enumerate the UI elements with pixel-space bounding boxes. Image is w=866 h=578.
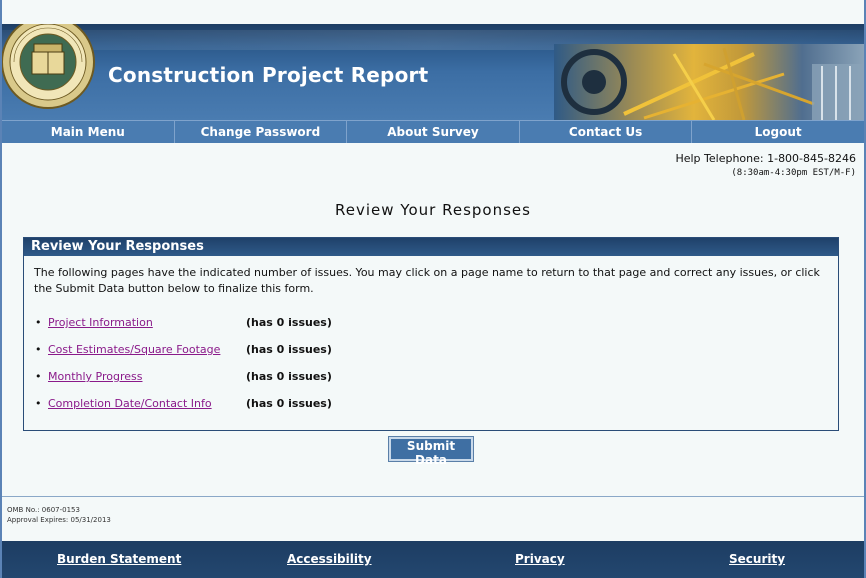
footer-privacy[interactable]: Privacy (515, 552, 565, 566)
header-banner: Construction Project Report (2, 24, 864, 120)
help-hours: (8:30am-4:30pm EST/M-F) (731, 168, 856, 178)
panel-intro-text: The following pages have the indicated n… (34, 266, 820, 295)
footer-divider (2, 496, 864, 497)
app-title: Construction Project Report (108, 63, 429, 87)
link-completion-date[interactable]: Completion Date/Contact Info (48, 396, 212, 412)
nav-main-menu[interactable]: Main Menu (2, 121, 175, 143)
panel-title: Review Your Responses (24, 238, 838, 256)
help-info: Help Telephone: 1-800-845-8246 (8:30am-4… (675, 152, 856, 178)
census-seal-logo (2, 24, 95, 109)
bullet-icon: • (35, 343, 42, 356)
top-strip (2, 0, 864, 24)
construction-photo-art (561, 47, 864, 120)
issue-status: (has 0 issues) (246, 370, 332, 383)
nav-change-password[interactable]: Change Password (175, 121, 348, 143)
omb-info: OMB No.: 0607-0153 Approval Expires: 05/… (7, 505, 111, 525)
page-title: Review Your Responses (335, 201, 531, 219)
list-item: • Cost Estimates/Square Footage (has 0 i… (24, 342, 838, 369)
omb-expiration: Approval Expires: 05/31/2013 (7, 516, 111, 524)
bullet-icon: • (35, 316, 42, 329)
list-item: • Monthly Progress (has 0 issues) (24, 369, 838, 396)
link-cost-estimates[interactable]: Cost Estimates/Square Footage (48, 342, 220, 358)
link-project-information[interactable]: Project Information (48, 315, 153, 331)
list-item: • Completion Date/Contact Info (has 0 is… (24, 396, 838, 423)
issue-status: (has 0 issues) (246, 343, 332, 356)
footer: Burden Statement Accessibility Privacy S… (2, 541, 864, 578)
omb-number: OMB No.: 0607-0153 (7, 506, 80, 514)
nav-contact-us[interactable]: Contact Us (520, 121, 693, 143)
list-item: • Project Information (has 0 issues) (24, 315, 838, 342)
main-nav: Main Menu Change Password About Survey C… (2, 120, 864, 143)
link-monthly-progress[interactable]: Monthly Progress (48, 369, 142, 385)
bullet-icon: • (35, 397, 42, 410)
review-panel: Review Your Responses The following page… (23, 237, 839, 431)
help-telephone: Help Telephone: 1-800-845-8246 (675, 152, 856, 165)
page-frame: Construction Project Report Main Menu Ch… (2, 0, 864, 578)
nav-logout[interactable]: Logout (692, 121, 864, 143)
nav-about-survey[interactable]: About Survey (347, 121, 520, 143)
construction-photo (554, 44, 864, 120)
bullet-icon: • (35, 370, 42, 383)
issue-status: (has 0 issues) (246, 316, 332, 329)
footer-security[interactable]: Security (729, 552, 785, 566)
footer-accessibility[interactable]: Accessibility (287, 552, 372, 566)
footer-burden-statement[interactable]: Burden Statement (57, 552, 181, 566)
page-list: • Project Information (has 0 issues) • C… (24, 315, 838, 423)
submit-data-button[interactable]: Submit Data (389, 437, 473, 467)
issue-status: (has 0 issues) (246, 397, 332, 410)
